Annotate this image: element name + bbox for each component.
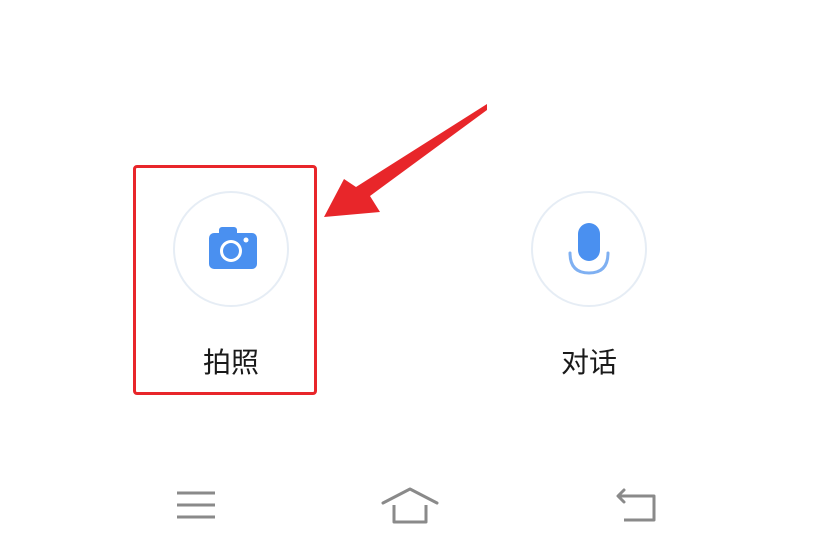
pointer-arrow: [324, 104, 487, 217]
back-icon: [616, 488, 656, 522]
back-button[interactable]: [601, 480, 671, 530]
home-button[interactable]: [375, 480, 445, 530]
menu-icon: [177, 491, 215, 519]
menu-button[interactable]: [161, 480, 231, 530]
home-icon: [381, 487, 439, 524]
